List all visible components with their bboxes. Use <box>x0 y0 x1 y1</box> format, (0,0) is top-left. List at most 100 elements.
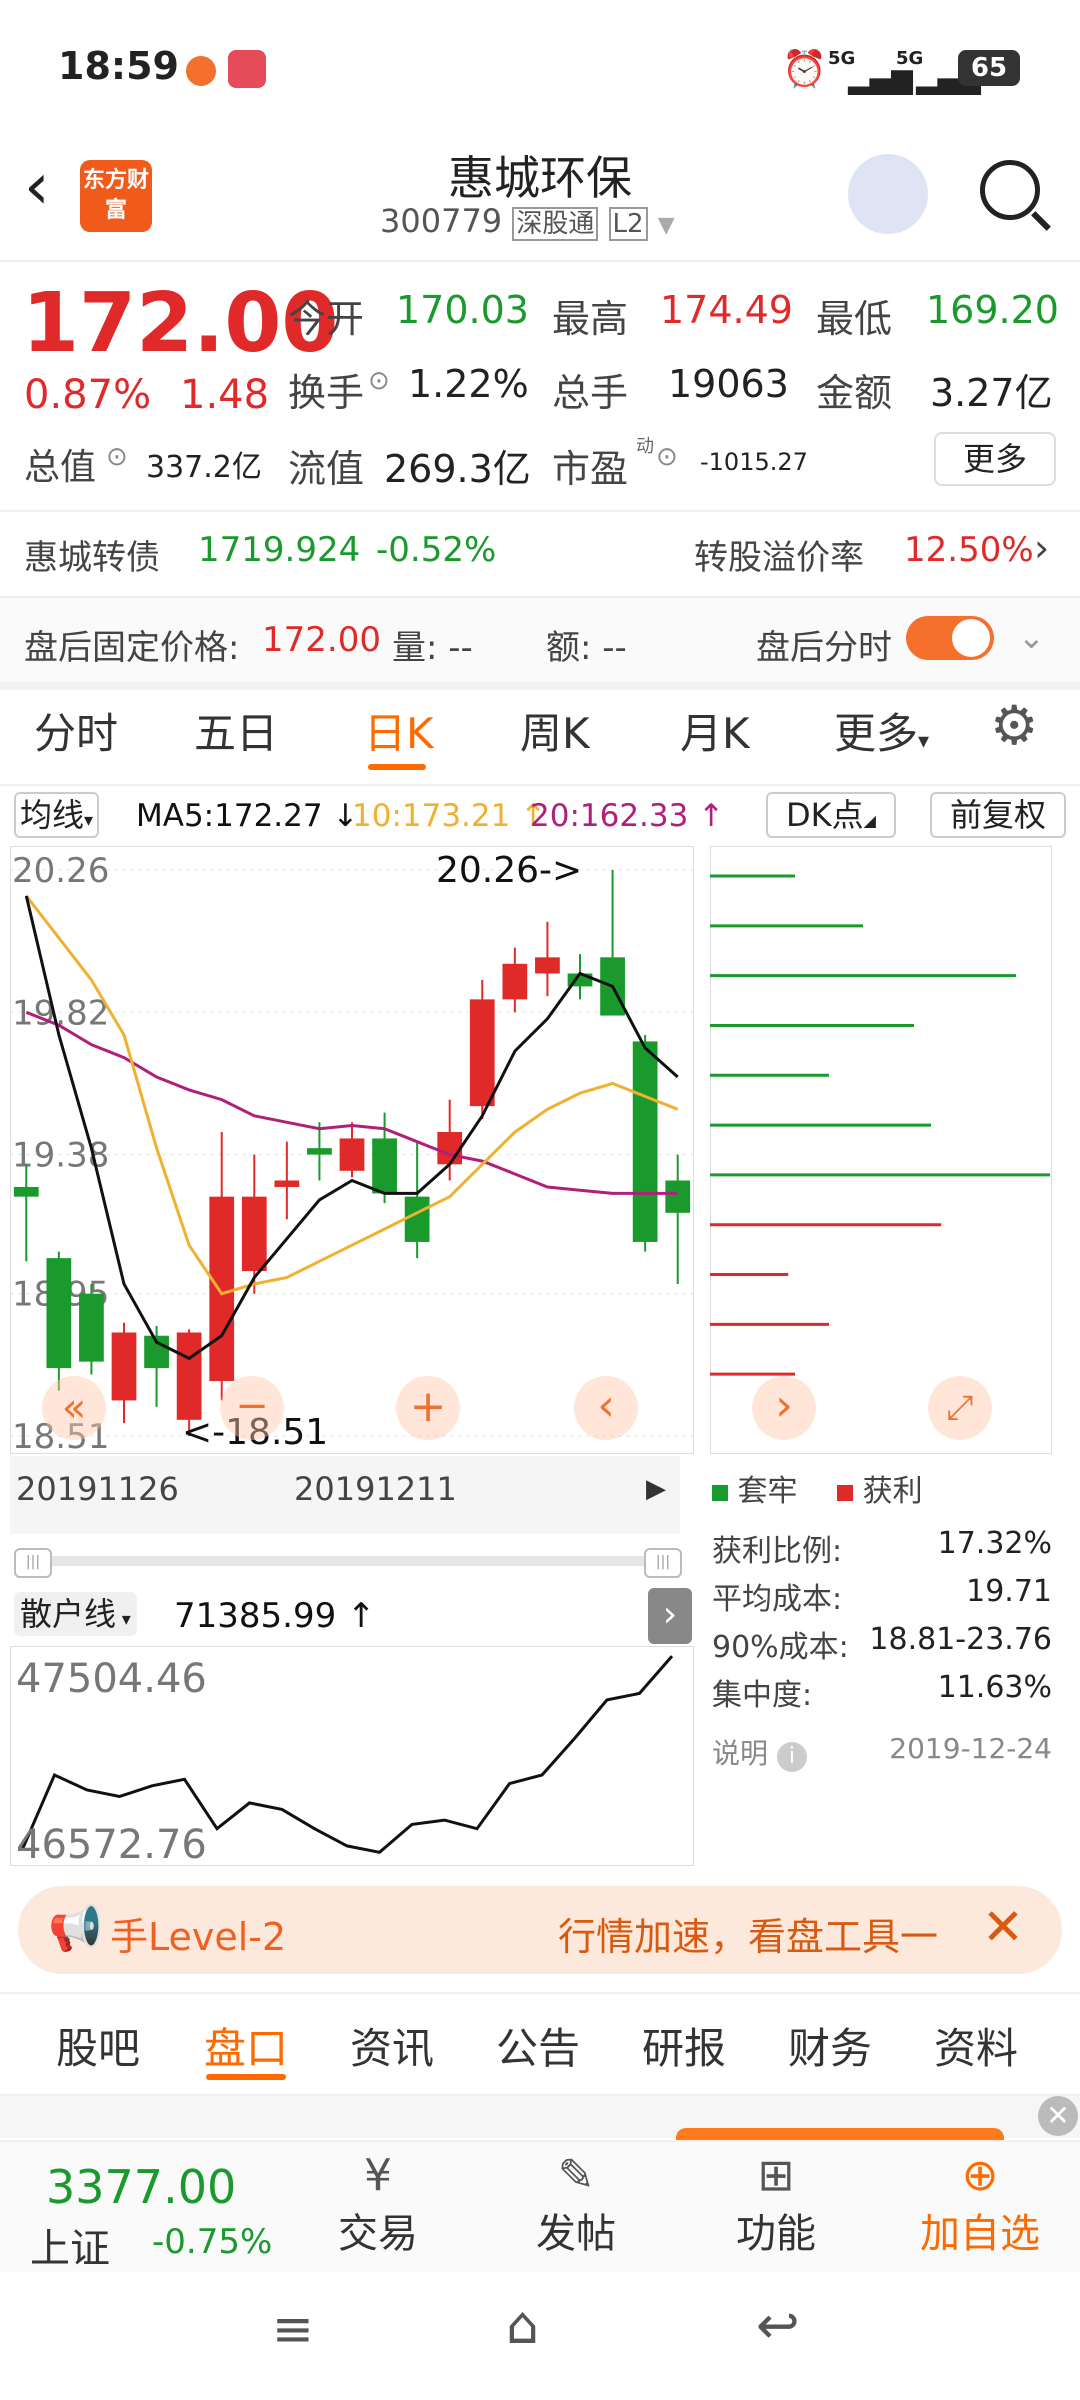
chip-stat-label: 平均成本: <box>712 1582 843 1617</box>
candle-body <box>339 1138 365 1171</box>
stock-code-row[interactable]: 300779 深股通 L2 ▼ <box>380 202 710 241</box>
tab-research[interactable]: 研报 <box>642 2015 726 2076</box>
after-hours-toggle[interactable] <box>906 616 994 660</box>
open-value: 170.03 <box>396 288 529 332</box>
caret-down-icon: ▾ <box>918 729 930 754</box>
tab-news[interactable]: 资讯 <box>350 2015 434 2076</box>
index-ticker[interactable]: 3377.00 上证 -0.75% <box>0 2142 300 2274</box>
back-icon[interactable]: ‹ <box>24 150 50 224</box>
clock: 18:59 <box>58 44 179 88</box>
trade-button[interactable]: ¥ 交易 <box>318 2150 438 2270</box>
chip-stat-value: 19.71 <box>966 1574 1052 1609</box>
range-handle-right[interactable]: ||| <box>644 1548 682 1578</box>
settings-gear-icon[interactable]: ⚙ <box>990 694 1038 757</box>
tab-weekly-k[interactable]: 周K <box>520 700 590 761</box>
zoom-out-button[interactable]: − <box>220 1376 284 1440</box>
back-nav-icon[interactable]: ↩ <box>756 2296 800 2356</box>
kline-chart[interactable]: 20.2619.8219.3818.9518.51 <box>10 846 694 1454</box>
more-button[interactable]: 更多 <box>934 432 1056 486</box>
zoom-in-button[interactable]: + <box>396 1376 460 1440</box>
pe-label: 市盈 <box>552 447 629 491</box>
turnover-label: 换手 <box>288 371 365 415</box>
chevron-down-icon: ▼ <box>657 213 675 238</box>
chip-stat-label: 集中度: <box>712 1678 813 1713</box>
battery-icon: 65 <box>958 50 1020 86</box>
high-label: 最高 <box>552 297 629 341</box>
fixed-price-label: 盘后固定价格: <box>24 628 240 668</box>
ma-row: 均线▾ MA5:172.27 ↓ 10:173.21 ↑ 20:162.33 ↑… <box>0 786 1080 842</box>
tab-profile[interactable]: 资料 <box>934 2015 1018 2076</box>
alarm-icon: ⏰ <box>782 49 827 90</box>
ma-selector[interactable]: 均线▾ <box>14 792 100 838</box>
active-subtab-underline <box>206 2074 286 2080</box>
search-icon[interactable] <box>980 160 1040 220</box>
range-handle-left[interactable]: ||| <box>14 1548 52 1578</box>
chip-legend: 套牢 获利 <box>712 1466 1052 1510</box>
candle-body <box>502 963 528 1000</box>
candle-body <box>13 1186 39 1197</box>
tab-more[interactable]: 更多▾ <box>834 700 929 761</box>
candle-body <box>209 1196 235 1382</box>
tab-monthly-k[interactable]: 月K <box>680 700 750 761</box>
retail-selector[interactable]: 散户线 ▾ <box>14 1592 137 1636</box>
expand-icon[interactable]: ⤢ <box>928 1376 992 1440</box>
volume-label: 总手 <box>552 371 629 415</box>
trade-label: 交易 <box>338 2211 418 2257</box>
info-icon[interactable]: ⊙ <box>368 366 390 396</box>
candle-body <box>241 1196 267 1272</box>
edit-icon: ✎ <box>557 2150 595 2201</box>
tab-forum[interactable]: 股吧 <box>56 2015 140 2076</box>
candle-body <box>665 1180 691 1213</box>
change-pct: 0.87% <box>24 372 152 418</box>
chip-next-button[interactable]: › <box>752 1376 816 1440</box>
expand-right-icon[interactable]: › <box>648 1588 692 1644</box>
candle-body <box>176 1332 202 1420</box>
candle-body <box>404 1196 430 1242</box>
chip-stat-value: 11.63% <box>937 1670 1052 1705</box>
divider <box>0 1992 1080 1994</box>
candle-body <box>46 1258 72 1369</box>
tab-order-book[interactable]: 盘口 <box>204 2015 288 2076</box>
y-tick-label: 20.26 <box>12 851 109 891</box>
float-value: 269.3亿 <box>384 447 531 491</box>
adjust-selector[interactable]: 前复权 <box>930 792 1066 838</box>
add-watchlist-button[interactable]: ⊕ 加自选 <box>900 2150 1060 2270</box>
robot-avatar-icon[interactable] <box>848 154 928 234</box>
trade-icon: ¥ <box>364 2150 392 2201</box>
step-left-button[interactable]: ‹ <box>574 1376 638 1440</box>
info-icon[interactable]: ⊙ <box>106 442 128 472</box>
tab-intraday[interactable]: 分时 <box>34 700 118 761</box>
index-value: 3377.00 <box>46 2160 237 2214</box>
home-icon[interactable]: ⌂ <box>506 2296 539 2356</box>
post-button[interactable]: ✎ 发帖 <box>516 2150 636 2270</box>
ma10-value: 10:173.21 ↑ <box>352 798 547 834</box>
level2-banner[interactable]: 📢 手Level-2 行情加速，看盘工具一 ✕ <box>18 1886 1062 1974</box>
function-button[interactable]: ⊞ 功能 <box>716 2150 836 2270</box>
add-watchlist-label: 加自选 <box>920 2211 1040 2257</box>
chevron-down-icon[interactable]: ⌄ <box>1018 618 1045 656</box>
tab-daily-k[interactable]: 日K <box>364 700 434 761</box>
dk-point-selector[interactable]: DK点◢ <box>766 792 896 838</box>
tab-five-day[interactable]: 五日 <box>194 700 278 761</box>
tab-announcements[interactable]: 公告 <box>496 2015 580 2076</box>
candle-body <box>274 1180 300 1187</box>
close-float-icon[interactable]: ✕ <box>1038 2096 1078 2136</box>
close-icon[interactable]: ✕ <box>982 1898 1024 1956</box>
tab-financials[interactable]: 财务 <box>788 2015 872 2076</box>
scroll-left-button[interactable]: « <box>42 1376 106 1440</box>
candle-body <box>79 1293 104 1362</box>
premium-value: 12.50% <box>904 530 1034 570</box>
ma20-value: 20:162.33 ↑ <box>530 798 725 834</box>
info-icon[interactable]: ⊙ <box>656 442 678 472</box>
range-slider[interactable]: ||| ||| <box>14 1548 682 1578</box>
menu-icon[interactable]: ≡ <box>272 2300 314 2358</box>
float-label: 流值 <box>288 447 365 491</box>
chip-note-label[interactable]: 说明 i <box>712 1732 807 1772</box>
play-icon[interactable]: ▶ <box>646 1474 666 1504</box>
banner-right-text: 行情加速，看盘工具一 <box>558 1915 939 1959</box>
chip-stat-label: 获利比例: <box>712 1534 843 1569</box>
bond-row[interactable]: 惠城转债 1719.924 -0.52% 转股溢价率 12.50% › <box>0 512 1080 596</box>
chip-distribution-chart[interactable] <box>710 846 1052 1454</box>
app-logo[interactable]: 东方财富 <box>80 160 152 232</box>
lock-label: 套牢 <box>737 1474 798 1509</box>
